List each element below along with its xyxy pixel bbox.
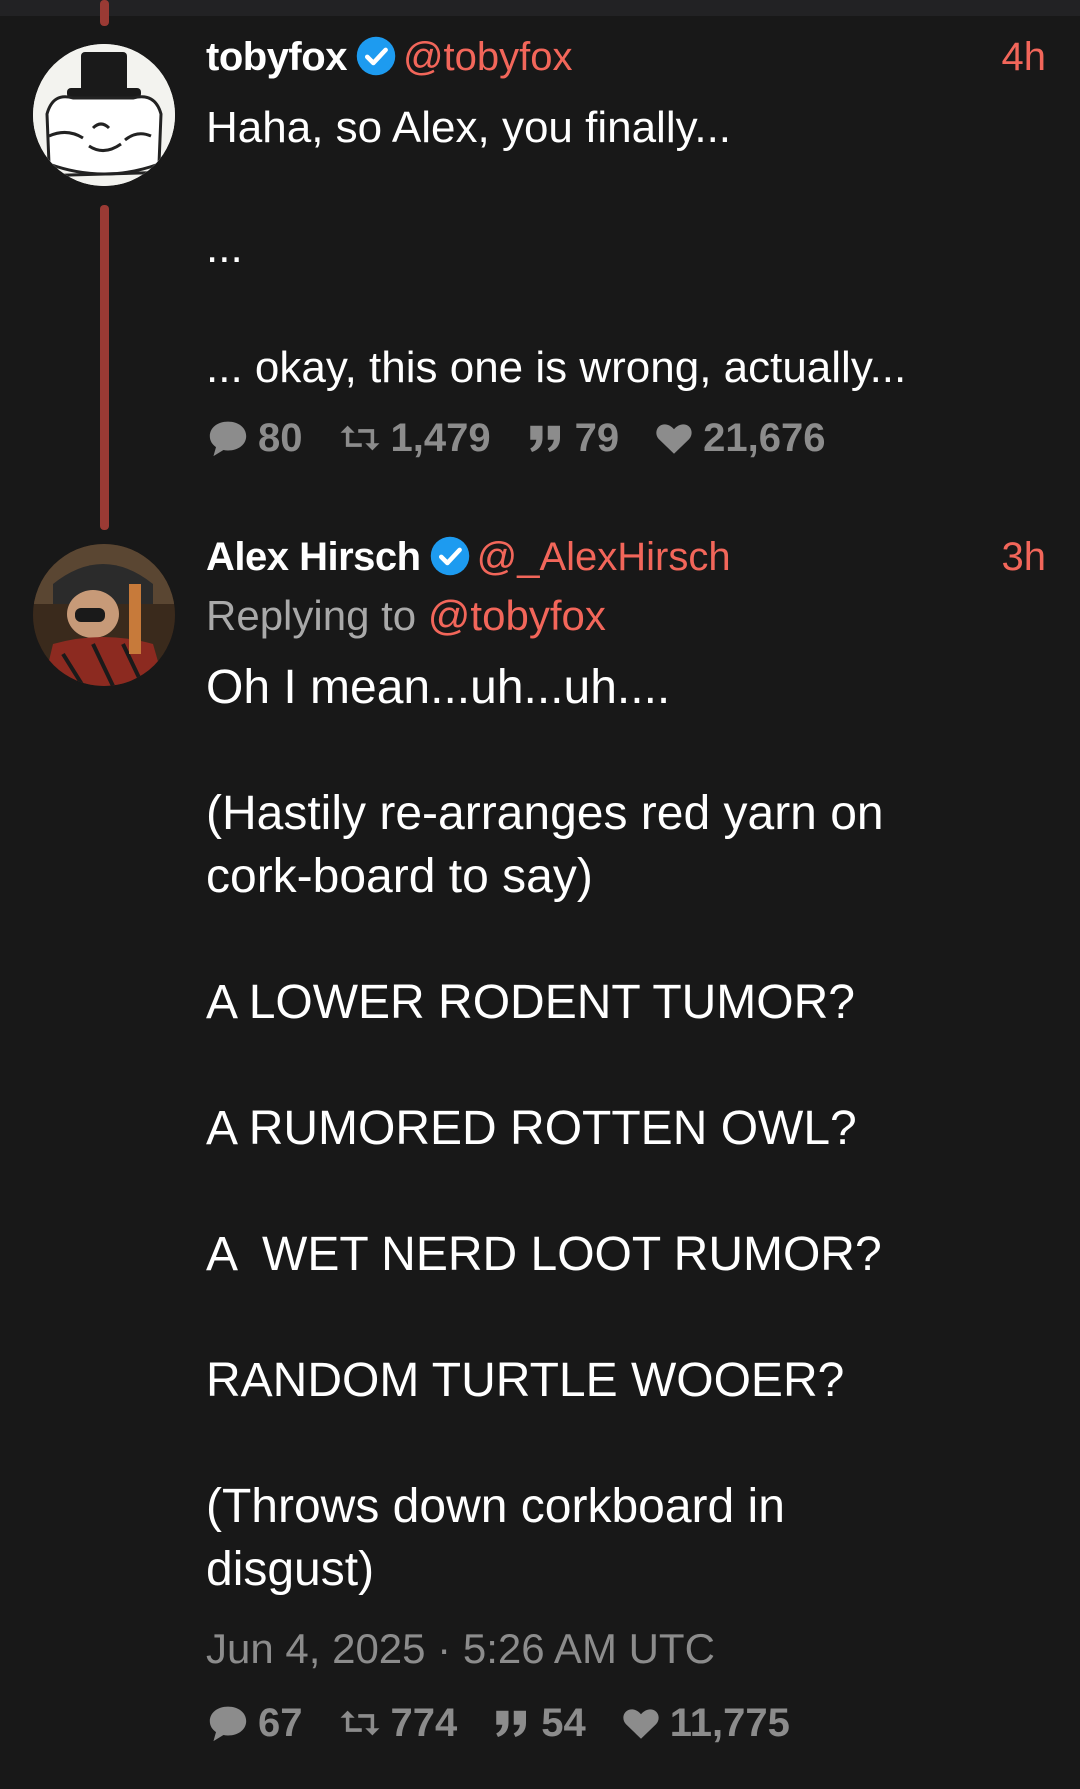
quote-button[interactable]: 79 [525,415,620,461]
retweet-button[interactable]: 774 [337,1700,458,1746]
timestamp[interactable]: 4h [1002,32,1047,82]
tweet-stats: 80 1,479 79 21,676 [206,410,1046,466]
replying-to: Replying to @tobyfox [206,586,1046,646]
reply-button[interactable]: 67 [206,1701,303,1746]
dog-avatar-icon [33,44,175,186]
heart-icon [623,1709,659,1739]
quote-count: 79 [574,415,620,460]
replying-to-handle[interactable]: @tobyfox [428,592,606,639]
retweet-icon [340,1710,379,1736]
tweet-tobyfox[interactable]: tobyfox @tobyfox 4h Haha, so Alex, you fi… [0,0,1080,480]
tweet-date[interactable]: Jun 4, 2025 · 5:26 AM UTC [206,1621,1046,1677]
tweet-text: Haha, so Alex, you finally... ... ... ok… [206,103,907,392]
tweet-alex-hirsch[interactable]: Alex Hirsch @_AlexHirsch 3h Replying to @… [0,530,1080,1789]
verified-badge-icon [356,37,396,76]
like-button[interactable]: 11,775 [620,1701,790,1746]
replying-to-label: Replying to [206,592,417,639]
reply-count: 80 [258,415,303,460]
like-button[interactable]: 21,676 [653,416,825,461]
timestamp[interactable]: 3h [1002,532,1047,582]
avatar[interactable] [33,544,175,686]
quote-icon [529,425,560,452]
like-count: 11,775 [669,1700,790,1745]
reply-button[interactable]: 80 [206,416,303,461]
person-avatar-icon [33,544,175,686]
tweet-stats: 67 774 54 11,775 [206,1695,1046,1751]
heart-icon [656,424,692,454]
avatar[interactable] [33,44,175,186]
reply-icon [209,421,247,457]
retweet-count: 774 [390,1700,458,1745]
quote-icon [496,1710,527,1737]
display-name[interactable]: tobyfox [206,35,347,79]
retweet-icon [340,425,379,451]
display-name[interactable]: Alex Hirsch [206,535,421,579]
user-handle[interactable]: @_AlexHirsch [477,535,731,579]
tweet-header: Alex Hirsch @_AlexHirsch 3h [206,532,1046,582]
quote-count: 54 [541,1700,586,1745]
tweet-header: tobyfox @tobyfox 4h [206,32,1046,82]
verified-badge-icon [430,537,469,576]
tweet-text: Oh I mean...uh...uh.... (Hastily re-arra… [206,661,884,1596]
reply-icon [209,1706,247,1742]
retweet-count: 1,479 [390,415,491,460]
retweet-button[interactable]: 1,479 [337,416,491,461]
reply-count: 67 [258,1700,303,1745]
user-handle[interactable]: @tobyfox [403,35,573,79]
quote-button[interactable]: 54 [491,1701,586,1746]
like-count: 21,676 [703,415,826,460]
